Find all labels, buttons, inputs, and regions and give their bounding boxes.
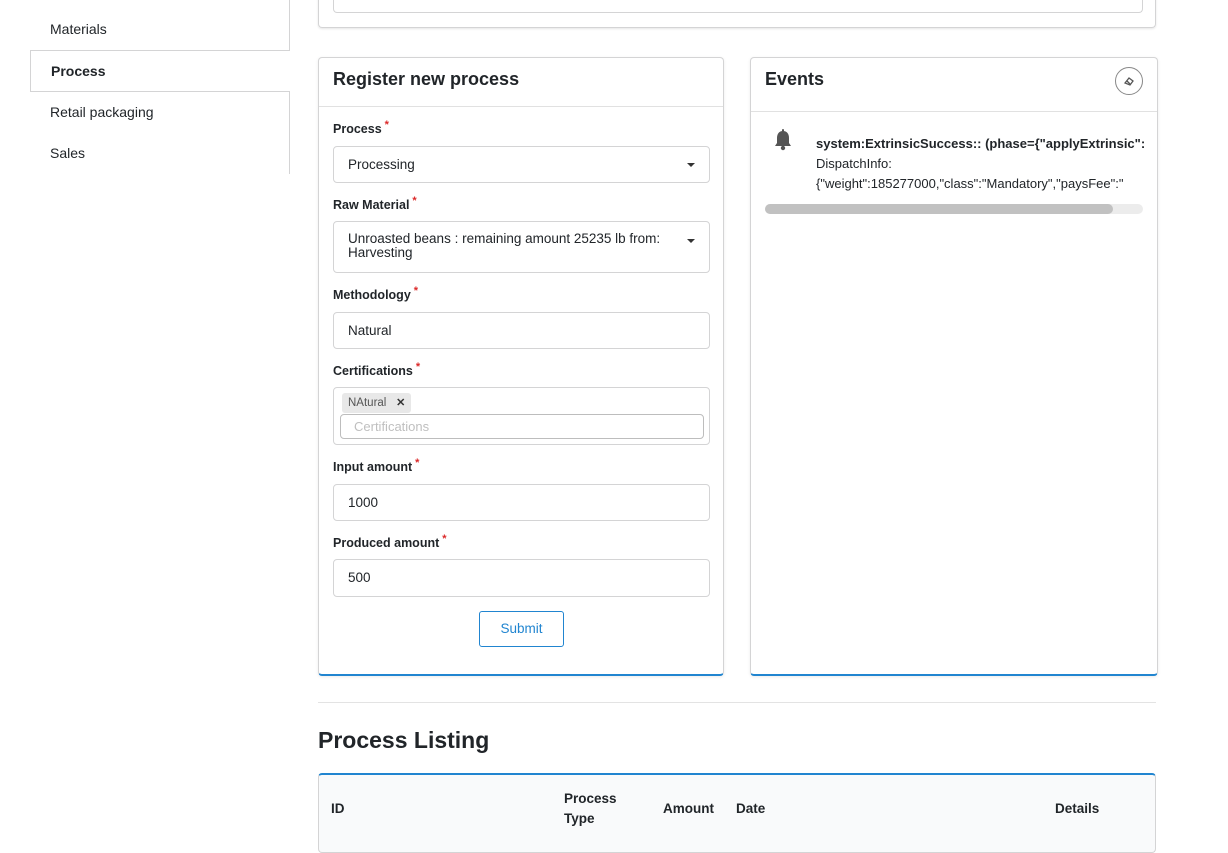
process-listing-title: Process Listing [318, 727, 490, 753]
required-marker: * [413, 285, 419, 297]
events-title: Events [765, 69, 825, 89]
process-select-value: Processing [348, 157, 415, 172]
certifications-label: Certifications * [333, 361, 421, 378]
previous-input[interactable] [333, 0, 1143, 13]
raw-material-label: Raw Material * [333, 195, 417, 212]
certification-tag-label: NAtural [348, 397, 387, 409]
certification-tag: NAtural ✕ [342, 393, 412, 413]
previous-card [318, 0, 1156, 28]
raw-material-select[interactable]: Unroasted beans : remaining amount 25235… [333, 221, 710, 273]
events-card: Events system:ExtrinsicSuccess:: (phase=… [750, 57, 1158, 676]
sidebar-item-process[interactable]: Process [30, 50, 290, 92]
section-divider [318, 702, 1156, 703]
events-header: Events [751, 58, 1157, 112]
input-amount-label: Input amount * [333, 457, 420, 474]
register-process-card: Register new process Process * Processing… [318, 57, 724, 676]
sidebar-item-materials[interactable]: Materials [30, 0, 290, 50]
caret-down-icon [687, 163, 695, 167]
process-label-text: Process [333, 122, 382, 136]
column-header-details[interactable]: Details [1055, 799, 1099, 819]
certifications-label-text: Certifications [333, 364, 413, 378]
process-select[interactable]: Processing [333, 146, 710, 183]
produced-amount-field[interactable]: 500 [333, 559, 710, 597]
register-process-title: Register new process [319, 58, 723, 107]
methodology-label: Methodology * [333, 285, 419, 302]
sidebar-menu: Materials Process Retail packaging Sales [30, 0, 290, 174]
methodology-input[interactable]: Natural [333, 312, 710, 349]
process-label: Process * [333, 119, 389, 136]
raw-material-label-text: Raw Material [333, 198, 410, 212]
caret-down-icon [687, 239, 695, 243]
column-header-process-type[interactable]: Process Type [564, 789, 624, 829]
required-marker: * [415, 457, 420, 469]
input-amount-value: 1000 [348, 495, 379, 510]
methodology-label-text: Methodology [333, 288, 411, 302]
submit-button[interactable]: Submit [479, 611, 564, 647]
scrollbar-thumb[interactable] [765, 204, 1113, 214]
event-item: system:ExtrinsicSuccess:: (phase={"apply… [816, 134, 1144, 194]
bell-icon [773, 129, 793, 151]
event-line: DispatchInfo: [816, 156, 892, 171]
column-header-date[interactable]: Date [736, 799, 765, 819]
certifications-multiselect[interactable]: NAtural ✕ Certifications [333, 387, 710, 445]
event-line: {"weight":185277000,"class":"Mandatory",… [816, 176, 1124, 191]
raw-material-select-value: Unroasted beans : remaining amount 25235… [348, 231, 661, 260]
eraser-icon[interactable] [1115, 67, 1143, 95]
sidebar-item-sales[interactable]: Sales [30, 133, 290, 174]
event-title: system:ExtrinsicSuccess:: (phase={"apply… [816, 136, 1144, 151]
required-marker: * [384, 119, 389, 131]
certifications-search-input[interactable]: Certifications [340, 414, 704, 439]
produced-amount-label-text: Produced amount [333, 536, 440, 550]
input-amount-field[interactable]: 1000 [333, 484, 710, 521]
produced-amount-label: Produced amount * [333, 533, 447, 550]
methodology-input-value: Natural [348, 323, 392, 338]
input-amount-label-text: Input amount [333, 460, 413, 474]
close-icon[interactable]: ✕ [396, 393, 405, 413]
produced-amount-value: 500 [348, 570, 371, 585]
required-marker: * [442, 533, 447, 545]
required-marker: * [415, 361, 421, 373]
column-header-id[interactable]: ID [331, 799, 345, 819]
required-marker: * [412, 195, 417, 207]
horizontal-scrollbar[interactable] [765, 204, 1143, 214]
process-table: ID Process Type Amount Date Details [318, 773, 1156, 853]
column-header-amount[interactable]: Amount [663, 799, 714, 819]
sidebar-item-retail-packaging[interactable]: Retail packaging [30, 92, 290, 133]
